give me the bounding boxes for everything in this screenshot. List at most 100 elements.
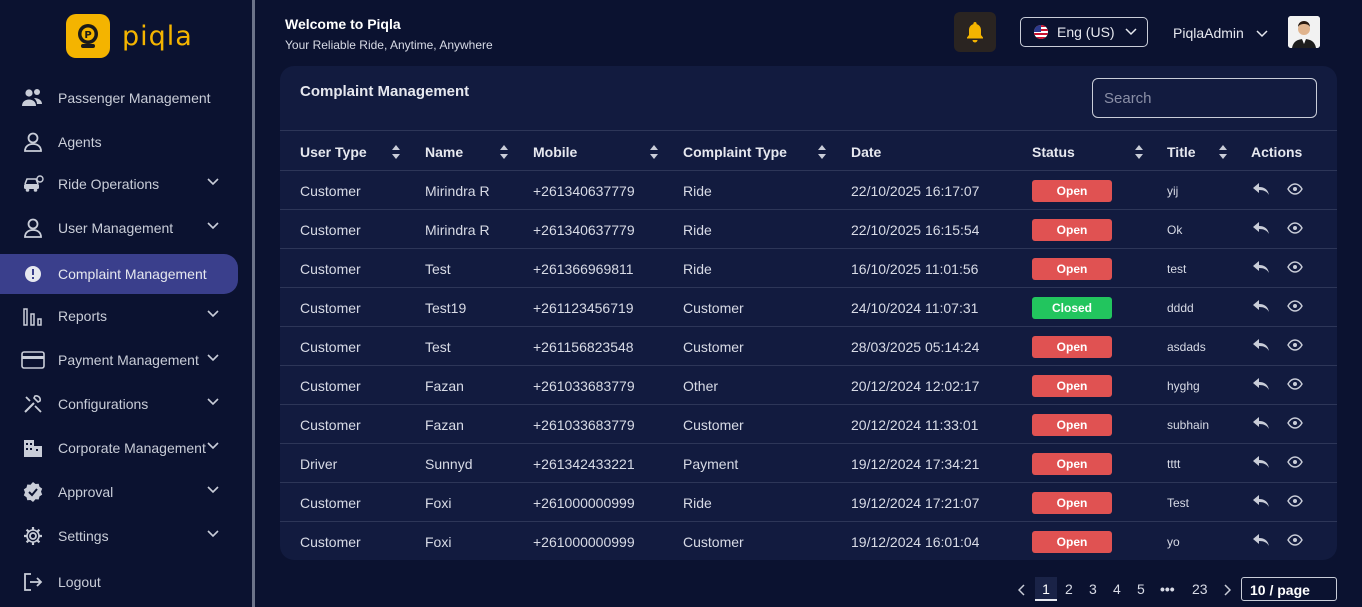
eye-icon[interactable]	[1287, 494, 1303, 508]
gear-icon	[20, 523, 46, 549]
next-page-icon[interactable]	[1223, 584, 1231, 596]
cell-date: 16/10/2025 11:01:56	[851, 261, 979, 277]
logo[interactable]: P piqla	[66, 14, 193, 58]
page-number[interactable]: 23	[1192, 581, 1208, 597]
notifications-button[interactable]	[954, 12, 996, 52]
sidebar-item-complaint-management[interactable]: Complaint Management	[0, 254, 238, 294]
column-header-mobile[interactable]: Mobile	[533, 144, 577, 160]
sort-icon[interactable]	[817, 144, 827, 160]
reply-icon[interactable]	[1252, 221, 1270, 235]
sort-icon[interactable]	[649, 144, 659, 160]
column-header-status[interactable]: Status	[1032, 144, 1075, 160]
sidebar-item-reports[interactable]: Reports	[0, 296, 238, 336]
language-select[interactable]: Eng (US)	[1020, 17, 1148, 47]
cell-user-type: Customer	[300, 261, 361, 277]
sidebar-item-agents[interactable]: Agents	[0, 122, 238, 162]
sidebar-item-logout[interactable]: Logout	[0, 562, 238, 602]
cell-complaint-type: Customer	[683, 534, 744, 550]
sidebar-item-label: Corporate Management	[58, 440, 206, 456]
reply-icon[interactable]	[1252, 533, 1270, 547]
cell-complaint-type: Other	[683, 378, 719, 394]
eye-icon[interactable]	[1287, 533, 1303, 547]
chevron-down-icon	[207, 310, 219, 318]
page-number[interactable]: 2	[1065, 581, 1073, 597]
us-flag-icon	[1034, 25, 1048, 39]
sidebar-item-corporate-management[interactable]: Corporate Management	[0, 428, 238, 468]
cell-name: Test	[425, 339, 451, 355]
eye-icon[interactable]	[1287, 455, 1303, 469]
reply-icon[interactable]	[1252, 377, 1270, 391]
chevron-down-icon	[207, 398, 219, 406]
cell-date: 19/12/2024 17:21:07	[851, 495, 980, 511]
sidebar-item-ride-operations[interactable]: Ride Operations	[0, 164, 238, 204]
sort-icon[interactable]	[499, 144, 509, 160]
cell-complaint-type: Ride	[683, 261, 712, 277]
eye-icon[interactable]	[1287, 416, 1303, 430]
admin-menu[interactable]: PiqlaAdmin	[1173, 25, 1268, 41]
sidebar-item-approval[interactable]: Approval	[0, 472, 238, 512]
eye-icon[interactable]	[1287, 299, 1303, 313]
eye-icon[interactable]	[1287, 221, 1303, 235]
sidebar-item-payment-management[interactable]: Payment Management	[0, 340, 238, 380]
credit-card-icon	[20, 347, 46, 373]
search-input[interactable]	[1092, 78, 1317, 118]
cell-user-type: Customer	[300, 495, 361, 511]
cell-title: test	[1167, 262, 1187, 276]
reply-icon[interactable]	[1252, 416, 1270, 430]
eye-icon[interactable]	[1287, 377, 1303, 391]
sidebar-item-settings[interactable]: Settings	[0, 516, 238, 556]
building-icon	[20, 435, 46, 461]
status-badge: Open	[1032, 375, 1112, 397]
sort-icon[interactable]	[391, 144, 401, 160]
sidebar-item-passenger-management[interactable]: Passenger Management	[0, 78, 238, 118]
cell-mobile: +261342433221	[533, 456, 635, 472]
eye-icon[interactable]	[1287, 260, 1303, 274]
cell-name: Foxi	[425, 534, 452, 550]
sidebar-item-configurations[interactable]: Configurations	[0, 384, 238, 424]
status-badge: Open	[1032, 531, 1112, 553]
column-header-complaint-type[interactable]: Complaint Type	[683, 144, 787, 160]
reply-icon[interactable]	[1252, 260, 1270, 274]
alert-circle-icon	[20, 261, 46, 287]
column-header-name[interactable]: Name	[425, 144, 463, 160]
table-row: Customer Foxi +261000000999 Customer 19/12/2…	[280, 522, 1337, 560]
page-size-select[interactable]: 10 / page	[1241, 577, 1337, 601]
column-header-user-type[interactable]: User Type	[300, 144, 367, 160]
eye-icon[interactable]	[1287, 338, 1303, 352]
page-title: Complaint Management	[300, 83, 470, 100]
sidebar-item-user-management[interactable]: User Management	[0, 208, 238, 248]
reply-icon[interactable]	[1252, 494, 1270, 508]
sort-icon[interactable]	[1134, 144, 1144, 160]
reply-icon[interactable]	[1252, 338, 1270, 352]
reply-icon[interactable]	[1252, 455, 1270, 469]
chevron-down-icon	[1256, 30, 1268, 38]
reply-icon[interactable]	[1252, 299, 1270, 313]
page-current[interactable]: 1	[1035, 577, 1057, 601]
cell-mobile: +261033683779	[533, 378, 635, 394]
status-badge: Open	[1032, 453, 1112, 475]
status-badge: Open	[1032, 336, 1112, 358]
avatar[interactable]	[1288, 16, 1320, 48]
cell-mobile: +261033683779	[533, 417, 635, 433]
page-ellipsis[interactable]: •••	[1160, 581, 1175, 597]
sort-icon[interactable]	[1218, 144, 1228, 160]
bell-icon	[967, 22, 983, 43]
eye-icon[interactable]	[1287, 182, 1303, 196]
sidebar: P piqla Passenger Management Agents Ride O…	[0, 0, 252, 607]
cell-date: 20/12/2024 12:02:17	[851, 378, 980, 394]
page-size-label: 10 / page	[1250, 582, 1310, 598]
chevron-down-icon	[207, 222, 219, 230]
cell-mobile: +261340637779	[533, 183, 635, 199]
sidebar-item-label: Agents	[58, 134, 102, 150]
table-row: Customer Mirindra R +261340637779 Ride 22/10…	[280, 171, 1337, 210]
column-header-title[interactable]: Title	[1167, 144, 1196, 160]
page-number[interactable]: 5	[1137, 581, 1145, 597]
status-badge: Closed	[1032, 297, 1112, 319]
page-number[interactable]: 3	[1089, 581, 1097, 597]
status-badge: Open	[1032, 258, 1112, 280]
sidebar-item-label: Passenger Management	[58, 90, 211, 106]
page-number[interactable]: 4	[1113, 581, 1121, 597]
prev-page-icon[interactable]	[1018, 584, 1026, 596]
reply-icon[interactable]	[1252, 182, 1270, 196]
chevron-down-icon	[207, 178, 219, 186]
